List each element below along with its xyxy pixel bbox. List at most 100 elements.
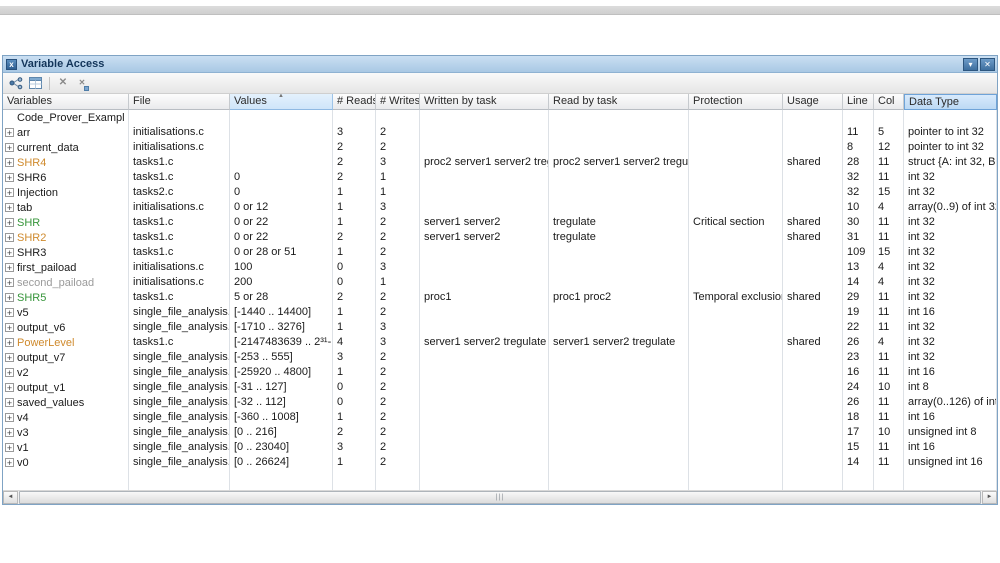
table-row[interactable]: current_data initialisations.c 2 2 8 12 …	[3, 140, 997, 155]
window-title: Variable Access	[21, 58, 961, 70]
clear-all-button[interactable]: ✕	[73, 75, 91, 92]
cell-line: 31	[843, 230, 874, 245]
expand-icon[interactable]	[5, 413, 14, 422]
column-header-read-by-task[interactable]: Read by task	[549, 94, 689, 110]
expand-icon[interactable]	[5, 233, 14, 242]
close-button[interactable]: ✕	[980, 58, 995, 71]
expand-icon[interactable]	[5, 263, 14, 272]
scroll-right-arrow[interactable]: ►	[982, 491, 997, 504]
cell-written-by-task	[420, 200, 549, 215]
table-row[interactable]: SHR2 tasks1.c 0 or 22 2 2 server1 server…	[3, 230, 997, 245]
table-row[interactable]: v3 single_file_analysis.c [0 .. 216] 2 2…	[3, 425, 997, 440]
expand-icon[interactable]	[5, 128, 14, 137]
table-row[interactable]: PowerLevel tasks1.c [-2147483639 .. 2³¹-…	[3, 335, 997, 350]
expand-icon[interactable]	[5, 203, 14, 212]
expand-icon[interactable]	[5, 143, 14, 152]
expand-icon[interactable]	[5, 443, 14, 452]
clear-button[interactable]: ✕	[54, 75, 72, 92]
variable-access-table: Variables File ▲Values # Reads # Writes …	[3, 94, 997, 504]
cell-protection: Temporal exclusion	[689, 290, 783, 305]
cell-col: 11	[874, 410, 904, 425]
cell-file: tasks1.c	[129, 245, 230, 260]
table-row[interactable]: v5 single_file_analysis.c [-1440 .. 1440…	[3, 305, 997, 320]
cell-col	[874, 110, 904, 125]
cell-line: 22	[843, 320, 874, 335]
table-row[interactable]: SHR4 tasks1.c 2 3 proc2 server1 server2 …	[3, 155, 997, 170]
table-row[interactable]: output_v1 single_file_analysis.c [-31 ..…	[3, 380, 997, 395]
table-row[interactable]: output_v6 single_file_analysis.c [-1710 …	[3, 320, 997, 335]
column-header-usage[interactable]: Usage	[783, 94, 843, 110]
expand-icon[interactable]	[5, 308, 14, 317]
expand-icon[interactable]	[5, 428, 14, 437]
access-graph-button[interactable]	[7, 75, 25, 92]
table-row[interactable]: v2 single_file_analysis.c [-25920 .. 480…	[3, 365, 997, 380]
variable-name: current_data	[17, 141, 79, 155]
cell-values	[230, 110, 333, 125]
scrollbar-thumb[interactable]: |||	[19, 491, 981, 504]
column-header-protection[interactable]: Protection	[689, 94, 783, 110]
table-row[interactable]: v0 single_file_analysis.c [0 .. 26624] 1…	[3, 455, 997, 470]
expand-icon[interactable]	[5, 293, 14, 302]
cell-data-type: int 32	[904, 230, 997, 245]
expand-icon[interactable]	[5, 338, 14, 347]
cell-file: single_file_analysis.c	[129, 380, 230, 395]
table-row[interactable]: saved_values single_file_analysis.c [-32…	[3, 395, 997, 410]
cell-written-by-task	[420, 380, 549, 395]
table-row[interactable]: output_v7 single_file_analysis.c [-253 .…	[3, 350, 997, 365]
variable-access-window: x Variable Access ▾ ✕ ✕	[2, 55, 998, 505]
cell-variable: Code_Prover_Example	[3, 110, 129, 125]
scroll-left-arrow[interactable]: ◄	[3, 491, 18, 504]
variable-name: SHR6	[17, 171, 46, 185]
table-row[interactable]: SHR3 tasks1.c 0 or 28 or 51 1 2 109 15 i…	[3, 245, 997, 260]
expand-icon[interactable]	[5, 218, 14, 227]
table-row[interactable]: SHR6 tasks1.c 0 2 1 32 11 int 32	[3, 170, 997, 185]
cell-col: 11	[874, 395, 904, 410]
column-header-writes[interactable]: # Writes	[376, 94, 420, 110]
column-header-reads[interactable]: # Reads	[333, 94, 376, 110]
table-row[interactable]: SHR tasks1.c 0 or 22 1 2 server1 server2…	[3, 215, 997, 230]
cell-line: 109	[843, 245, 874, 260]
expand-icon[interactable]	[5, 323, 14, 332]
table-row[interactable]: arr initialisations.c 3 2 11 5 pointer t…	[3, 125, 997, 140]
expand-icon[interactable]	[5, 383, 14, 392]
expand-icon[interactable]	[5, 398, 14, 407]
expand-icon[interactable]	[5, 368, 14, 377]
cell-variable: arr	[3, 125, 129, 140]
expand-icon[interactable]	[5, 188, 14, 197]
cell-line: 32	[843, 185, 874, 200]
minimize-button[interactable]: ▾	[963, 58, 978, 71]
cell-variable: SHR2	[3, 230, 129, 245]
table-row[interactable]: Injection tasks2.c 0 1 1 32 15 int 32	[3, 185, 997, 200]
title-bar[interactable]: x Variable Access ▾ ✕	[3, 56, 997, 73]
column-header-data-type[interactable]: Data Type	[904, 94, 997, 110]
expand-icon[interactable]	[5, 173, 14, 182]
table-row[interactable]: tab initialisations.c 0 or 12 1 3 10 4 a…	[3, 200, 997, 215]
column-header-variables[interactable]: Variables	[3, 94, 129, 110]
cell-data-type: array(0..9) of int 32	[904, 200, 997, 215]
cell-variable: output_v6	[3, 320, 129, 335]
table-row[interactable]: Code_Prover_Example	[3, 110, 997, 125]
expand-icon[interactable]	[5, 248, 14, 257]
column-header-line[interactable]: Line	[843, 94, 874, 110]
column-header-values[interactable]: ▲Values	[230, 94, 333, 110]
variable-name: SHR2	[17, 231, 46, 245]
table-row[interactable]: v4 single_file_analysis.c [-360 .. 1008]…	[3, 410, 997, 425]
column-header-col[interactable]: Col	[874, 94, 904, 110]
expand-icon[interactable]	[5, 278, 14, 287]
cell-written-by-task	[420, 125, 549, 140]
horizontal-scrollbar[interactable]: ◄ ||| ►	[3, 490, 997, 504]
expand-icon[interactable]	[5, 353, 14, 362]
cell-col: 5	[874, 125, 904, 140]
expand-icon[interactable]	[5, 458, 14, 467]
table-row[interactable]: second_paiload initialisations.c 200 0 1…	[3, 275, 997, 290]
cell-written-by-task	[420, 410, 549, 425]
table-row[interactable]: v1 single_file_analysis.c [0 .. 23040] 3…	[3, 440, 997, 455]
table-row[interactable]: SHR5 tasks1.c 5 or 28 2 2 proc1 proc1 pr…	[3, 290, 997, 305]
cell-reads: 2	[333, 230, 376, 245]
column-header-file[interactable]: File	[129, 94, 230, 110]
table-row[interactable]: first_paiload initialisations.c 100 0 3 …	[3, 260, 997, 275]
cell-written-by-task	[420, 275, 549, 290]
expand-icon[interactable]	[5, 158, 14, 167]
column-header-written-by-task[interactable]: Written by task	[420, 94, 549, 110]
show-table-button[interactable]	[26, 75, 44, 92]
